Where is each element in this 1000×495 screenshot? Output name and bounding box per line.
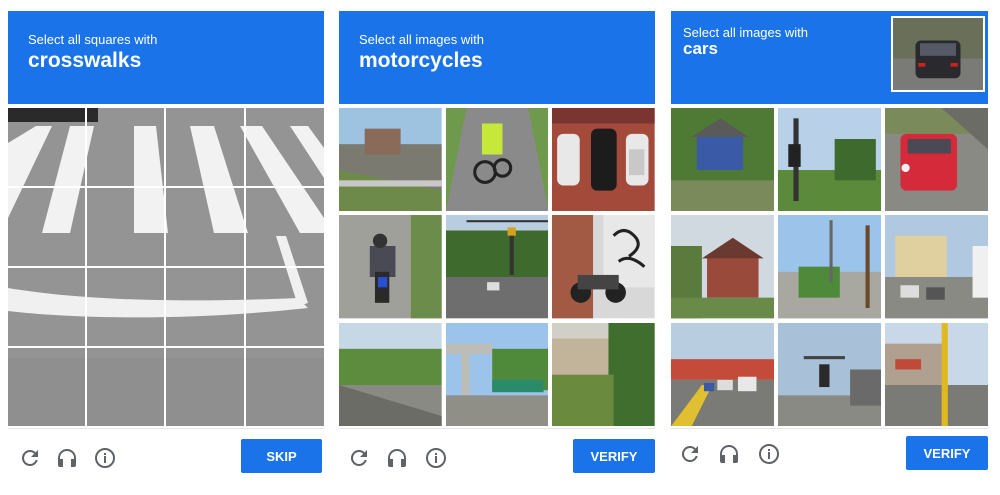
- image-tile-yellow-pole[interactable]: [885, 322, 988, 426]
- image-tile-parked-scooters[interactable]: [552, 108, 655, 212]
- reload-icon[interactable]: [678, 442, 702, 466]
- image-tile-house-overpass[interactable]: [339, 108, 442, 212]
- image-tile-intersection[interactable]: [445, 215, 549, 319]
- info-icon[interactable]: [93, 446, 117, 470]
- crosswalk-image: [8, 108, 324, 426]
- info-icon[interactable]: [424, 446, 448, 470]
- verify-button[interactable]: VERIFY: [906, 436, 988, 470]
- info-icon[interactable]: [757, 442, 781, 466]
- captcha-motorcycles: Select all images with motorcycles VERIF…: [339, 11, 655, 481]
- reload-icon[interactable]: [347, 446, 371, 470]
- instruction-text: Select all squares with: [28, 32, 158, 47]
- sample-car-image: [891, 16, 985, 92]
- captcha-header: Select all images with motorcycles: [339, 11, 655, 104]
- verify-button[interactable]: VERIFY: [573, 439, 655, 473]
- captcha-header: Select all images with cars: [671, 11, 988, 104]
- reload-icon[interactable]: [18, 446, 42, 470]
- captcha-cars: Select all images with cars VERIFY: [671, 11, 988, 481]
- image-tile-parked-cars-street[interactable]: [885, 215, 988, 319]
- target-object: motorcycles: [359, 49, 483, 72]
- instruction-text: Select all images with: [683, 25, 808, 40]
- image-tile-cyclist[interactable]: [445, 108, 549, 212]
- image-tile-road-cars[interactable]: [671, 322, 774, 426]
- image-tile-brick-house[interactable]: [671, 215, 774, 319]
- image-grid: [339, 108, 655, 426]
- image-tile-pedestrian-bridge[interactable]: [445, 322, 549, 426]
- image-tile-building-trees[interactable]: [552, 322, 655, 426]
- image-tile-utility-poles[interactable]: [778, 215, 881, 319]
- captcha-header: Select all squares with crosswalks: [8, 11, 324, 104]
- audio-icon[interactable]: [55, 446, 79, 470]
- image-tile-bridge-trees[interactable]: [339, 322, 442, 426]
- image-tile-blue-house[interactable]: [671, 108, 774, 212]
- audio-icon[interactable]: [385, 446, 409, 470]
- image-tile-traffic-light-park[interactable]: [778, 108, 881, 212]
- image-tile-traffic-signal[interactable]: [778, 322, 881, 426]
- captcha-crosswalks: Select all squares with crosswalks SKIP: [8, 11, 324, 481]
- audio-icon[interactable]: [717, 442, 741, 466]
- instruction-text: Select all images with: [359, 32, 484, 47]
- image-tile-motorbike-graffiti[interactable]: [552, 215, 655, 319]
- skip-button[interactable]: SKIP: [241, 439, 322, 473]
- target-object: crosswalks: [28, 49, 142, 72]
- target-object: cars: [683, 39, 718, 58]
- image-tile-red-car[interactable]: [885, 108, 988, 212]
- image-grid: [671, 108, 988, 426]
- image-tile-motorcycle-rider[interactable]: [339, 215, 442, 319]
